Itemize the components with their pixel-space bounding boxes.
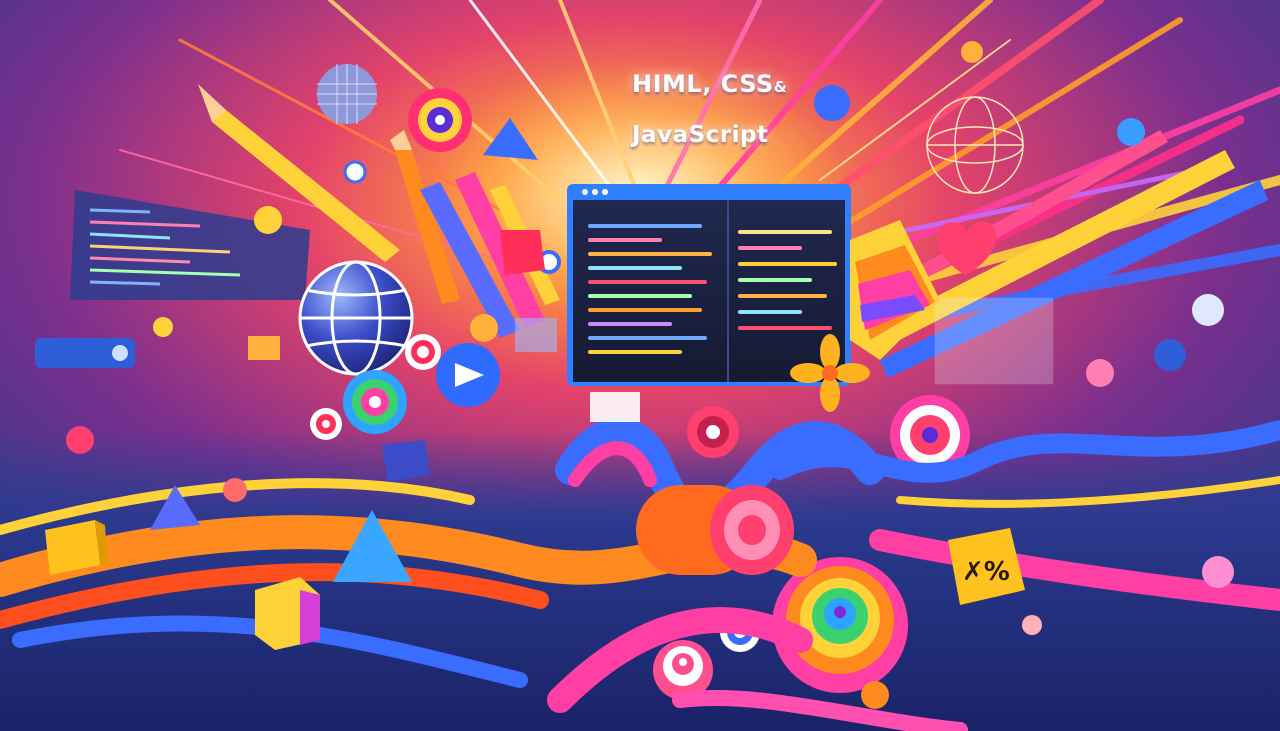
ribbon-roll bbox=[636, 485, 794, 575]
target-icon bbox=[343, 370, 407, 434]
play-badge-icon bbox=[436, 343, 500, 407]
target-icon bbox=[310, 408, 342, 440]
hero-illustration: ✗% HIML, CSS& JavaScript bbox=[0, 0, 1280, 731]
headline-line-2: JavaScript bbox=[632, 122, 769, 148]
glass-panel bbox=[934, 297, 1054, 385]
headline-ampersand: & bbox=[773, 78, 788, 96]
disco-ball-icon bbox=[317, 64, 377, 124]
headline-line-1: HIML, CSS& bbox=[632, 68, 787, 103]
cube-icon bbox=[382, 440, 430, 482]
globe-icon bbox=[298, 260, 414, 376]
target-icon bbox=[687, 406, 739, 458]
headline: HIML, CSS& JavaScript bbox=[632, 68, 787, 151]
cube-icon bbox=[255, 577, 320, 650]
search-icon bbox=[112, 345, 128, 361]
headline-main-text: HIML, CSS bbox=[632, 70, 774, 98]
target-icon bbox=[408, 88, 472, 152]
target-icon bbox=[405, 334, 441, 370]
code-editor-window bbox=[567, 184, 851, 386]
svg-text:✗%: ✗% bbox=[962, 557, 1010, 587]
